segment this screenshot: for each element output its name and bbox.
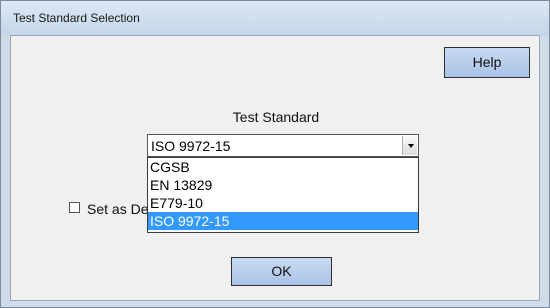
help-button[interactable]: Help [444, 47, 530, 78]
title-bar[interactable]: Test Standard Selection [1, 1, 549, 35]
test-standard-combobox[interactable]: ISO 9972-15 [147, 134, 419, 157]
dialog-body: Help Test Standard ISO 9972-15 Set as De… [10, 35, 540, 301]
dropdown-option-e779-10[interactable]: E779-10 [148, 194, 418, 212]
dialog-window: Test Standard Selection Help Test Standa… [0, 0, 550, 308]
dropdown-option-iso-9972-15[interactable]: ISO 9972-15 [148, 212, 418, 230]
dropdown-option-en-13829[interactable]: EN 13829 [148, 176, 418, 194]
set-default-checkbox[interactable] [69, 202, 80, 213]
ok-button[interactable]: OK [231, 257, 332, 286]
window-title: Test Standard Selection [13, 11, 140, 25]
test-standard-label: Test Standard [232, 109, 320, 125]
test-standard-value: ISO 9972-15 [151, 138, 231, 154]
test-standard-dropdown-list: CGSB EN 13829 E779-10 ISO 9972-15 [147, 157, 419, 233]
chevron-down-icon[interactable] [402, 136, 417, 155]
dropdown-option-cgsb[interactable]: CGSB [148, 158, 418, 176]
